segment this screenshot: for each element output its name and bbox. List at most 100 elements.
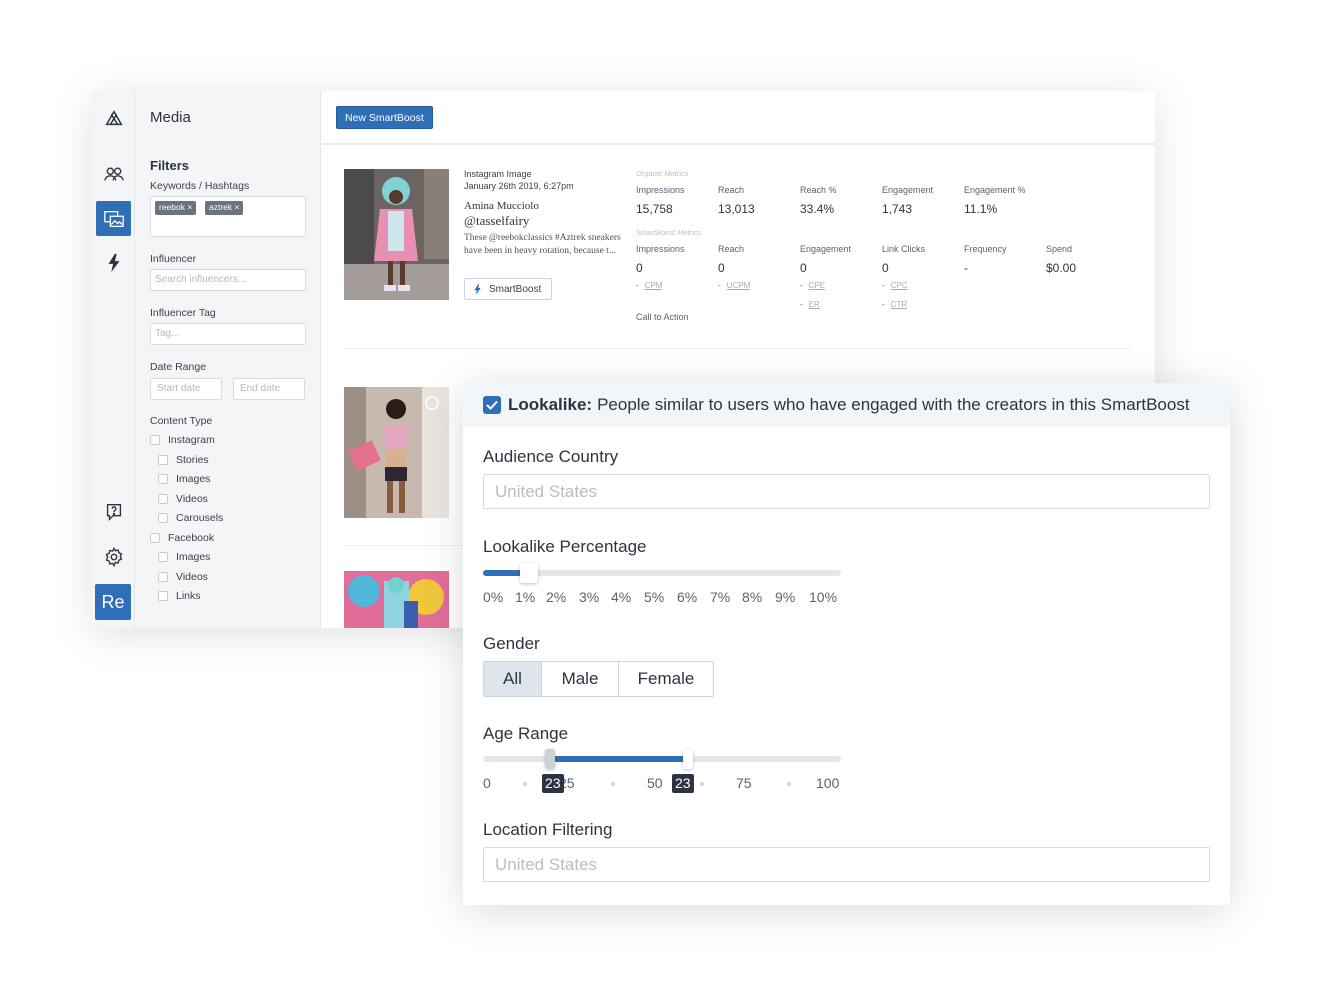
sb-spend: Spend $0.00 — [1046, 244, 1077, 275]
filters-heading: Filters — [150, 158, 190, 173]
content-type-label: Content Type — [150, 415, 213, 427]
post-type: Instagram Image — [464, 169, 532, 179]
checkbox-box[interactable] — [150, 435, 160, 445]
age-min-tooltip: 23 — [542, 774, 564, 793]
checkbox-box[interactable] — [158, 455, 168, 465]
post-details: Instagram Image January 26th 2019, 6:27p… — [464, 169, 624, 257]
keyword-chip-aztrek[interactable]: aztrek × — [205, 201, 244, 215]
creator-handle[interactable]: @tasselfairy — [464, 213, 624, 229]
gender-label: Gender — [483, 634, 540, 653]
tick-dot — [523, 782, 527, 786]
keywords-label: Keywords / Hashtags — [150, 180, 250, 192]
lightning-icon[interactable] — [96, 245, 131, 280]
page-title: Media — [150, 109, 191, 126]
lookalike-header: Lookalike: People similar to users who h… — [463, 383, 1230, 427]
organic-reach-pct: Reach % 33.4% — [800, 185, 837, 216]
toolbar: New SmartBoost — [322, 91, 1155, 145]
checkbox-carousels[interactable]: Carousels — [158, 512, 223, 524]
media-icon[interactable] — [96, 201, 131, 236]
start-date-input[interactable]: Start date — [150, 378, 222, 400]
age-range-label: Age Range — [483, 724, 569, 743]
slider-handle[interactable] — [520, 563, 539, 583]
sub-metric-cpe: - CPE — [800, 281, 826, 290]
sb-reach: Reach 0 — [718, 244, 745, 275]
checkbox-facebook-images[interactable]: Images — [158, 551, 210, 563]
sub-metric-cpm: - CPM — [636, 281, 663, 290]
checkbox-links[interactable]: Links — [158, 590, 201, 602]
post-caption: These @reebokclassics #Aztrek sneakers h… — [464, 233, 621, 256]
post-thumbnail[interactable] — [344, 169, 449, 300]
sb-impressions: Impressions 0 — [636, 244, 685, 275]
end-date-input[interactable]: End date — [233, 378, 305, 400]
age-max-tooltip: 23 — [672, 774, 694, 793]
checkbox-box[interactable] — [158, 552, 168, 562]
age-max-handle[interactable] — [683, 749, 693, 769]
lookalike-tick-label: 3% — [579, 589, 600, 605]
checkbox-box[interactable] — [158, 591, 168, 601]
logo-icon[interactable] — [96, 100, 131, 135]
age-tick-50: 50 — [647, 775, 663, 791]
creator-name: Amina Mucciolo — [464, 200, 539, 212]
filters-panel: Media Filters Keywords / Hashtags reebok… — [135, 91, 321, 628]
lookalike-percentage-label: Lookalike Percentage — [483, 537, 647, 556]
lookalike-tick-label: 10% — [809, 589, 838, 605]
slider-fill — [483, 570, 523, 576]
checkbox-instagram-videos[interactable]: Videos — [158, 493, 208, 505]
lookalike-tick-label: 9% — [775, 589, 796, 605]
post-thumbnail[interactable] — [344, 571, 449, 628]
checkbox-stories[interactable]: Stories — [158, 454, 209, 466]
checkbox-box[interactable] — [150, 533, 160, 543]
help-icon[interactable] — [96, 494, 131, 529]
location-filtering-input[interactable]: United States — [483, 847, 1210, 882]
lookalike-title: Lookalike: — [508, 395, 593, 414]
checkbox-box[interactable] — [158, 474, 168, 484]
checkbox-box[interactable] — [158, 572, 168, 582]
avatar[interactable]: Re — [95, 584, 131, 620]
checkbox-instagram-images[interactable]: Images — [158, 473, 210, 485]
lightning-icon — [474, 283, 481, 295]
audience-country-label: Audience Country — [483, 447, 619, 466]
slider-fill — [551, 756, 687, 762]
gender-male-button[interactable]: Male — [542, 662, 619, 696]
lookalike-tick-label: 7% — [710, 589, 731, 605]
smartboost-targeting-panel: Lookalike: People similar to users who h… — [463, 383, 1230, 905]
age-tick-0: 0 — [483, 775, 491, 791]
audience-country-input[interactable]: United States — [483, 474, 1210, 509]
gender-selector[interactable]: All Male Female — [483, 661, 714, 697]
new-smartboost-button[interactable]: New SmartBoost — [336, 106, 433, 129]
settings-gear-icon[interactable] — [96, 539, 131, 574]
sub-metric-er: - ER — [800, 300, 820, 309]
organic-reach: Reach 13,013 — [718, 185, 755, 216]
organic-engagement-pct: Engagement % 11.1% — [964, 185, 1026, 216]
checkbox-instagram[interactable]: Instagram — [150, 434, 215, 446]
post-thumbnail[interactable] — [344, 387, 449, 518]
tick-dot — [611, 782, 615, 786]
sb-link-clicks: Link Clicks 0 — [882, 244, 926, 275]
influencer-tag-input[interactable]: Tag... — [150, 323, 306, 345]
age-range-slider[interactable] — [483, 749, 841, 769]
checkbox-facebook-videos[interactable]: Videos — [158, 571, 208, 583]
age-tick-75: 75 — [736, 775, 752, 791]
sub-metric-ucpm: - UCPM — [718, 281, 751, 290]
checkbox-box[interactable] — [158, 513, 168, 523]
gender-all-button[interactable]: All — [484, 662, 542, 696]
lookalike-description: People similar to users who have engaged… — [597, 395, 1190, 414]
keywords-input[interactable]: reebok × aztrek × — [150, 196, 306, 237]
smartboost-button[interactable]: SmartBoost — [464, 278, 552, 300]
checkbox-facebook[interactable]: Facebook — [150, 532, 214, 544]
lookalike-percentage-slider[interactable] — [483, 563, 841, 583]
age-min-handle[interactable] — [545, 749, 555, 769]
sb-engagement: Engagement 0 — [800, 244, 852, 275]
gender-female-button[interactable]: Female — [619, 662, 713, 696]
influencer-label: Influencer — [150, 253, 197, 265]
organic-engagement: Engagement 1,743 — [882, 185, 934, 216]
checkbox-box[interactable] — [158, 494, 168, 504]
lookalike-tick-label: 1% — [515, 589, 536, 605]
lookalike-checkbox[interactable] — [483, 396, 501, 414]
date-range-label: Date Range — [150, 361, 207, 373]
creators-icon[interactable] — [96, 156, 131, 191]
check-icon — [486, 400, 498, 410]
keyword-chip-reebok[interactable]: reebok × — [155, 201, 197, 215]
tick-dot — [787, 782, 791, 786]
influencer-search-input[interactable]: Search influencers... — [150, 269, 306, 291]
